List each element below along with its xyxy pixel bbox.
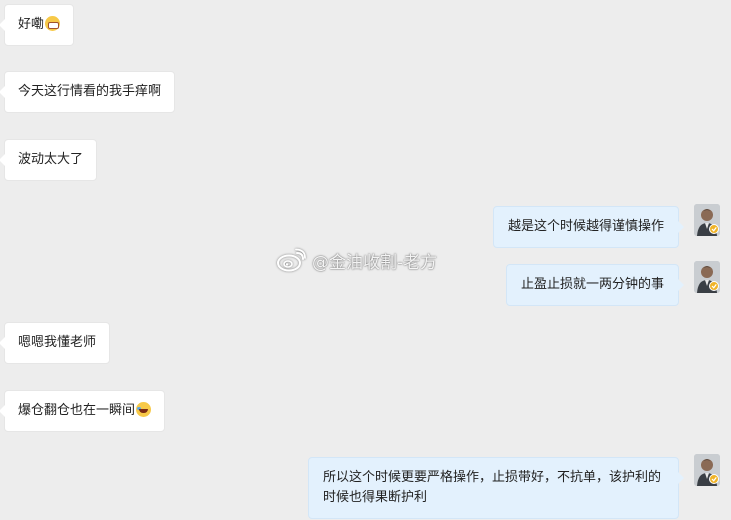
message-text: 波动太大了 xyxy=(18,152,84,167)
grin-icon xyxy=(45,16,61,31)
avatar-portrait-icon xyxy=(694,204,720,236)
message-text: 今天这行情看的我手痒啊 xyxy=(18,84,162,99)
message-bubble-right: 越是这个时候越得谨慎操作 xyxy=(492,206,685,248)
message-bubble-left: 爆仓翻仓也在一瞬间 xyxy=(0,390,166,432)
message-bubble-left: 波动太大了 xyxy=(0,139,98,181)
watermark-text: @金油收割-老方 xyxy=(312,252,438,273)
message-text: 好嘞 xyxy=(18,17,45,32)
message-text: 嗯嗯我懂老师 xyxy=(18,335,97,350)
message-text: 止盈止损就一两分钟的事 xyxy=(520,277,664,292)
avatar[interactable] xyxy=(694,204,720,236)
watermark: @金油收割-老方 xyxy=(276,246,437,274)
message-bubble-right: 止盈止损就一两分钟的事 xyxy=(505,264,685,306)
message-bubble-right: 所以这个时候更要严格操作，止损带好，不抗单，该护利的时候也得果断护利 xyxy=(308,457,684,519)
message-text: 越是这个时候越得谨慎操作 xyxy=(507,219,664,234)
message-text: 爆仓翻仓也在一瞬间 xyxy=(18,403,136,418)
rofl-icon xyxy=(136,402,152,417)
avatar[interactable] xyxy=(694,261,720,293)
avatar[interactable] xyxy=(694,454,720,486)
message-bubble-left: 好嘞 xyxy=(0,4,75,46)
message-bubble-left: 嗯嗯我懂老师 xyxy=(0,322,111,364)
message-text: 所以这个时候更要严格操作，止损带好，不抗单，该护利的时候也得果断护利 xyxy=(323,470,662,505)
weibo-icon xyxy=(277,248,306,272)
message-bubble-left: 今天这行情看的我手痒啊 xyxy=(0,71,176,113)
avatar-portrait-icon xyxy=(694,454,720,486)
avatar-portrait-icon xyxy=(694,261,720,293)
